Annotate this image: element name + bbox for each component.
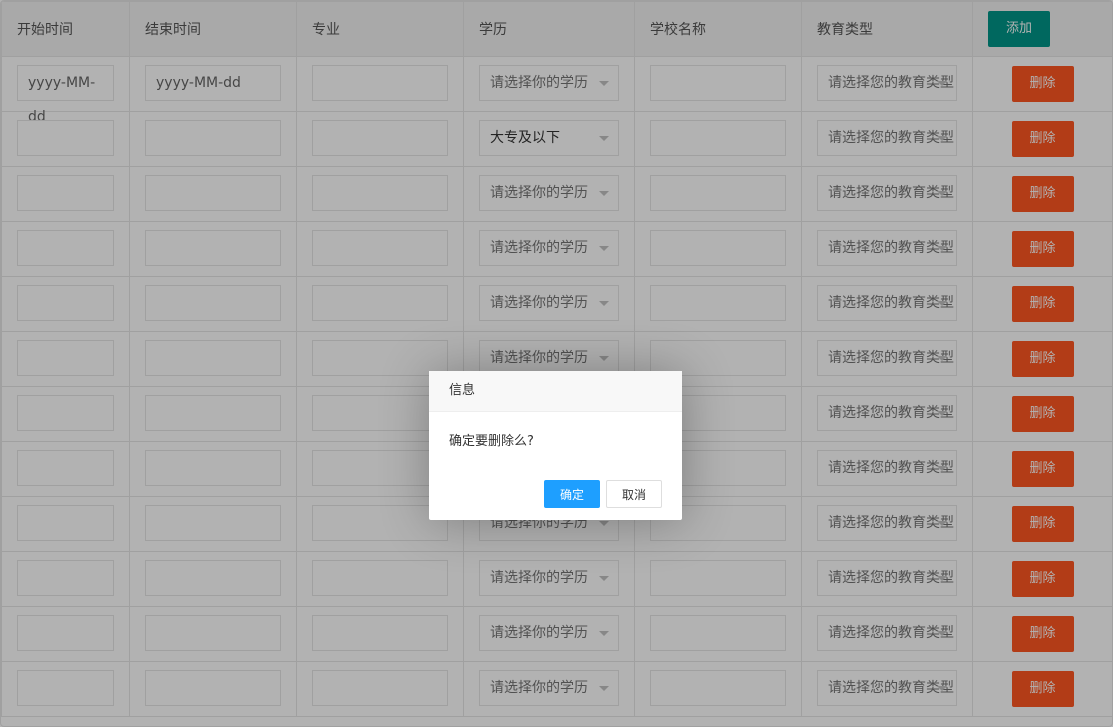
modal-overlay[interactable] [0,0,1113,727]
confirm-button[interactable]: 确定 [543,480,600,508]
confirm-dialog: 信息 确定要删除么? 确定 取消 [429,371,682,520]
cancel-button[interactable]: 取消 [605,480,662,508]
dialog-title[interactable]: 信息 [429,371,682,412]
dialog-buttons: 确定 取消 [538,480,662,508]
dialog-message: 确定要删除么? [449,434,534,449]
